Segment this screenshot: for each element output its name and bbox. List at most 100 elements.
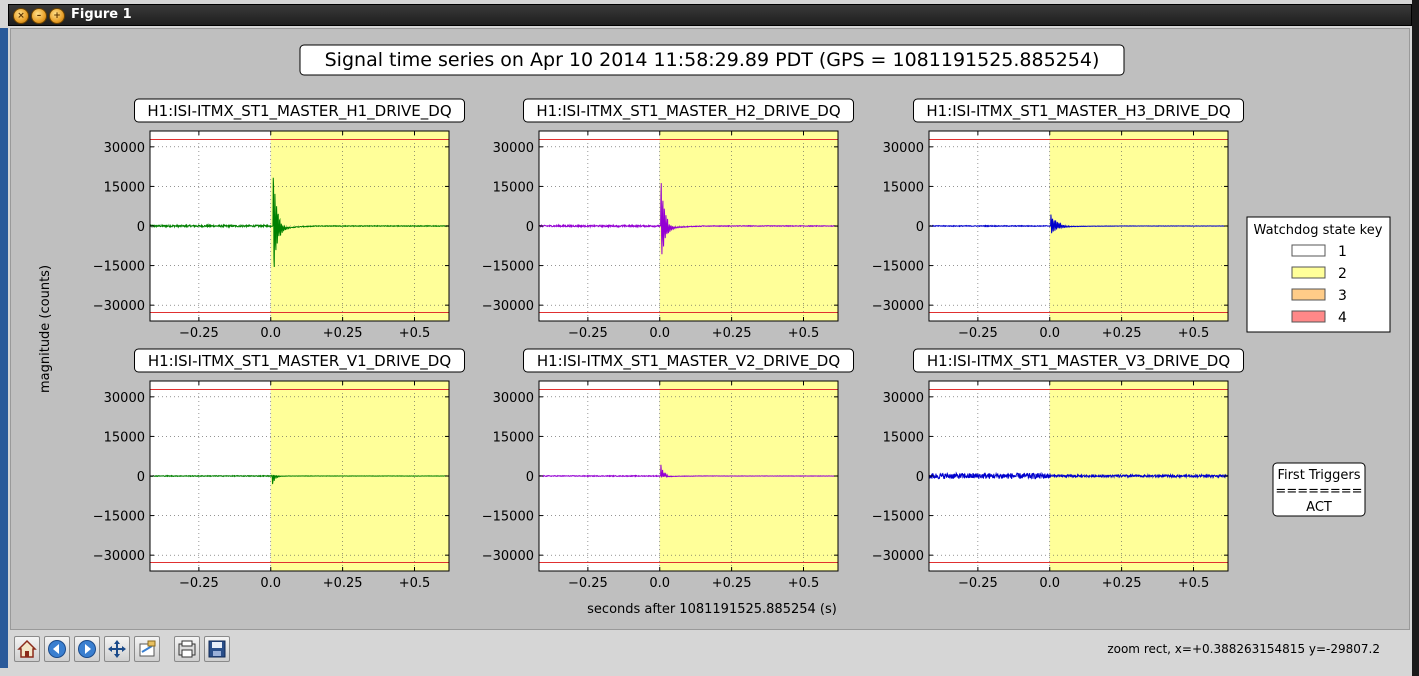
x-tick-label: +0.5 xyxy=(788,576,820,591)
navigation-toolbar: zoom rect, x=+0.388263154815 y=-29807.2 xyxy=(10,632,1410,668)
x-tick-label: 0.0 xyxy=(1039,576,1060,591)
subplot-3: −0.25 0.0 +0.25 +0.5 30000 15000 0 −15000 −30000… xyxy=(872,98,1244,341)
triggers-value: ACT xyxy=(1306,500,1332,515)
legend-swatch-4 xyxy=(1291,310,1326,323)
y-tick-label: 30000 xyxy=(883,141,924,156)
x-tick-label: −0.25 xyxy=(179,576,219,591)
y-tick-label: 0 xyxy=(526,470,534,485)
window-titlebar[interactable]: × – + Figure 1 xyxy=(8,4,1412,26)
x-tick-label: +0.25 xyxy=(712,576,752,591)
y-tick-label: −30000 xyxy=(93,549,145,564)
desktop-edge-left xyxy=(0,28,8,668)
y-tick-label: 30000 xyxy=(883,391,924,406)
y-tick-label: 30000 xyxy=(493,391,534,406)
y-tick-label: 0 xyxy=(526,220,534,235)
x-tick-label: +0.5 xyxy=(399,326,431,341)
x-tick-label: +0.25 xyxy=(1102,576,1142,591)
save-icon xyxy=(208,640,226,658)
x-tick-label: +0.5 xyxy=(399,576,431,591)
subplot-2: −0.25 0.0 +0.25 +0.5 30000 15000 0 −15000 −30000… xyxy=(482,98,854,341)
y-tick-label: 15000 xyxy=(104,180,145,195)
x-tick-label: +0.5 xyxy=(788,326,820,341)
forward-button[interactable] xyxy=(74,636,100,662)
x-tick-label: +0.25 xyxy=(323,326,363,341)
y-tick-label: 15000 xyxy=(883,180,924,195)
first-triggers-box: First Triggers ======== ACT xyxy=(1272,462,1366,517)
subplots: −0.25 0.0 +0.25 +0.5 30000 15000 0 −15000 −30000… xyxy=(93,98,1244,591)
x-tick-label: +0.25 xyxy=(323,576,363,591)
zoom-button[interactable] xyxy=(134,636,160,662)
x-tick-label: −0.25 xyxy=(958,576,998,591)
pan-icon xyxy=(108,640,126,658)
subplot-title: H1:ISI-ITMX_ST1_MASTER_V2_DRIVE_DQ xyxy=(537,352,840,371)
x-tick-label: +0.5 xyxy=(1178,576,1210,591)
y-tick-label: 0 xyxy=(137,470,145,485)
x-tick-label: −0.25 xyxy=(568,326,608,341)
subplots-icon xyxy=(178,640,196,658)
pan-button[interactable] xyxy=(104,636,130,662)
save-button[interactable] xyxy=(204,636,230,662)
status-readout: zoom rect, x=+0.388263154815 y=-29807.2 xyxy=(1107,642,1380,656)
y-tick-label: 15000 xyxy=(104,430,145,445)
y-tick-label: −15000 xyxy=(93,260,145,275)
y-tick-label: 30000 xyxy=(104,141,145,156)
back-button[interactable] xyxy=(44,636,70,662)
subplot-1: −0.25 0.0 +0.25 +0.5 30000 15000 0 −15000 −30000… xyxy=(93,98,465,341)
minimize-icon[interactable]: – xyxy=(31,8,47,24)
watchdog-legend: Watchdog state key 1 2 3 4 xyxy=(1246,216,1391,333)
y-tick-label: 0 xyxy=(137,220,145,235)
x-axis-label: seconds after 1081191525.885254 (s) xyxy=(587,602,837,617)
legend-title: Watchdog state key xyxy=(1254,223,1383,238)
figure-window: × – + Figure 1 Signal time series on Apr… xyxy=(0,0,1419,676)
legend-swatch-3 xyxy=(1291,288,1326,301)
x-tick-label: +0.5 xyxy=(1178,326,1210,341)
close-icon[interactable]: × xyxy=(13,8,29,24)
y-tick-label: −15000 xyxy=(872,260,924,275)
window-title: Figure 1 xyxy=(71,7,132,22)
subplot-5: −0.25 0.0 +0.25 +0.5 30000 15000 0 −15000 −30000… xyxy=(482,348,854,591)
figure-svg[interactable]: Signal time series on Apr 10 2014 11:58:… xyxy=(11,29,1409,629)
y-axis-label: magnitude (counts) xyxy=(38,265,53,393)
y-tick-label: −30000 xyxy=(482,299,534,314)
legend-label-2: 2 xyxy=(1338,266,1347,282)
subplot-title: H1:ISI-ITMX_ST1_MASTER_H3_DRIVE_DQ xyxy=(926,102,1230,121)
figure-canvas[interactable]: Signal time series on Apr 10 2014 11:58:… xyxy=(10,28,1410,630)
x-tick-label: 0.0 xyxy=(260,576,281,591)
legend-label-3: 3 xyxy=(1338,288,1347,304)
x-tick-label: −0.25 xyxy=(568,576,608,591)
x-tick-label: 0.0 xyxy=(1039,326,1060,341)
y-tick-label: −30000 xyxy=(872,299,924,314)
triggers-title: First Triggers xyxy=(1277,468,1360,483)
x-tick-label: 0.0 xyxy=(649,576,670,591)
maximize-icon[interactable]: + xyxy=(49,8,65,24)
y-tick-label: −30000 xyxy=(872,549,924,564)
y-tick-label: −30000 xyxy=(482,549,534,564)
back-icon xyxy=(48,640,66,658)
y-tick-label: 15000 xyxy=(493,180,534,195)
y-tick-label: 30000 xyxy=(104,391,145,406)
suptitle: Signal time series on Apr 10 2014 11:58:… xyxy=(325,49,1100,71)
home-icon xyxy=(17,639,37,658)
subplot-title: H1:ISI-ITMX_ST1_MASTER_H1_DRIVE_DQ xyxy=(147,102,451,121)
x-tick-label: +0.25 xyxy=(1102,326,1142,341)
legend-label-4: 4 xyxy=(1338,310,1347,326)
y-tick-label: −15000 xyxy=(93,510,145,525)
y-tick-label: −30000 xyxy=(93,299,145,314)
y-tick-label: 15000 xyxy=(883,430,924,445)
triggers-separator: ======== xyxy=(1275,484,1362,499)
y-tick-label: 15000 xyxy=(493,430,534,445)
legend-label-1: 1 xyxy=(1338,244,1347,260)
subplot-title: H1:ISI-ITMX_ST1_MASTER_V3_DRIVE_DQ xyxy=(927,352,1230,371)
subplot-4: −0.25 0.0 +0.25 +0.5 30000 15000 0 −15000 −30000… xyxy=(93,348,465,591)
y-tick-label: 30000 xyxy=(493,141,534,156)
x-tick-label: +0.25 xyxy=(712,326,752,341)
x-tick-label: 0.0 xyxy=(260,326,281,341)
y-tick-label: 0 xyxy=(916,470,924,485)
x-tick-label: 0.0 xyxy=(649,326,670,341)
forward-icon xyxy=(78,640,96,658)
y-tick-label: −15000 xyxy=(482,510,534,525)
subplots-button[interactable] xyxy=(174,636,200,662)
home-button[interactable] xyxy=(14,636,40,662)
y-tick-label: 0 xyxy=(916,220,924,235)
subplot-6: −0.25 0.0 +0.25 +0.5 30000 15000 0 −15000 −30000… xyxy=(872,348,1244,591)
